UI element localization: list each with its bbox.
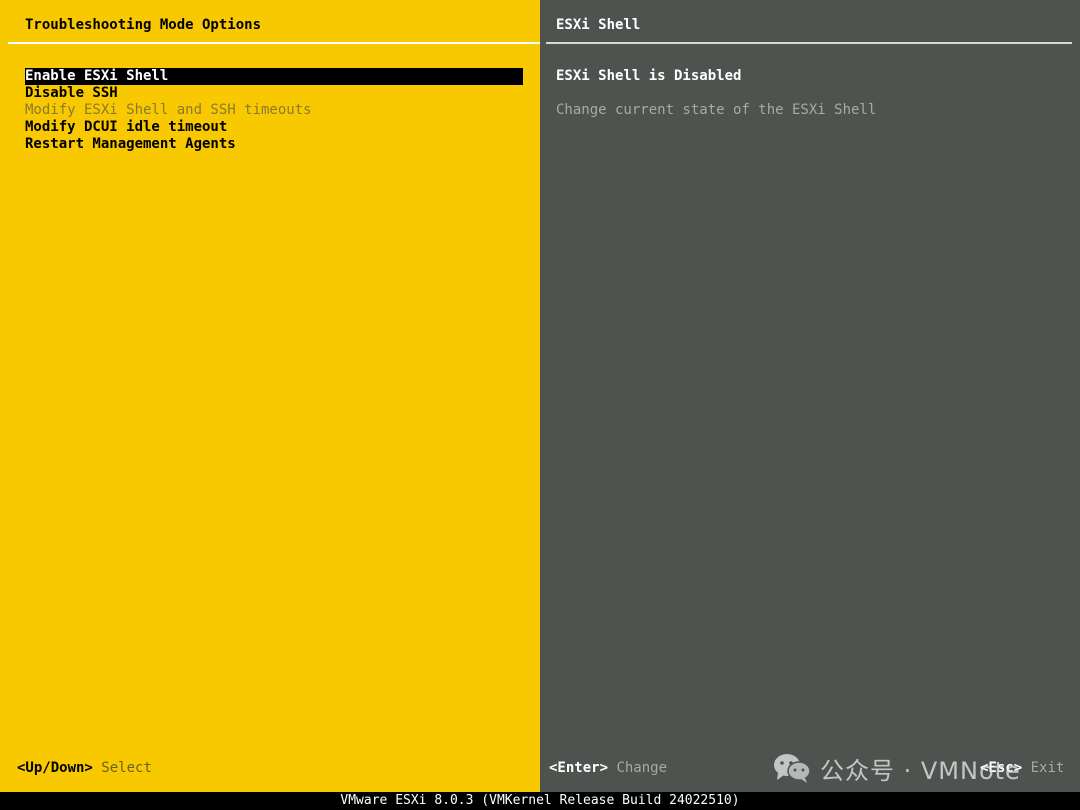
select-hint: <Up/Down> Select (17, 758, 152, 778)
troubleshooting-options-panel: Troubleshooting Mode Options Enable ESXi… (0, 0, 540, 792)
panel-title: ESXi Shell (556, 17, 641, 33)
menu-item-disable-ssh[interactable]: Disable SSH (25, 85, 523, 102)
menu-item-enable-esxi-shell[interactable]: Enable ESXi Shell (25, 68, 523, 85)
hint-action-change: Change (616, 760, 668, 776)
exit-hint[interactable]: <Esc> Exit (980, 758, 1064, 778)
hint-key-up-down: <Up/Down> (17, 760, 93, 776)
title-divider (546, 42, 1072, 44)
hint-key-esc: <Esc> (980, 760, 1023, 776)
shell-description-text: Change current state of the ESXi Shell (556, 102, 877, 118)
panel-title: Troubleshooting Mode Options (25, 17, 262, 33)
dcui-screen: Troubleshooting Mode Options Enable ESXi… (0, 0, 1080, 810)
menu-item-restart-management-agents[interactable]: Restart Management Agents (25, 136, 523, 153)
menu-item-modify-dcui-idle-timeout[interactable]: Modify DCUI idle timeout (25, 119, 523, 136)
esxi-shell-detail-panel: ESXi Shell ESXi Shell is Disabled Change… (540, 0, 1080, 792)
hint-key-enter: <Enter> (549, 760, 609, 776)
version-footer: VMware ESXi 8.0.3 (VMKernel Release Buil… (0, 792, 1080, 810)
options-menu: Enable ESXi Shell Disable SSH Modify ESX… (25, 68, 523, 153)
title-divider (8, 42, 540, 44)
hint-action-exit: Exit (1030, 760, 1065, 776)
menu-item-modify-shell-ssh-timeouts[interactable]: Modify ESXi Shell and SSH timeouts (25, 102, 523, 119)
shell-status-text: ESXi Shell is Disabled (556, 68, 742, 84)
hint-action-select: Select (101, 760, 152, 776)
change-hint[interactable]: <Enter> Change (549, 758, 667, 778)
